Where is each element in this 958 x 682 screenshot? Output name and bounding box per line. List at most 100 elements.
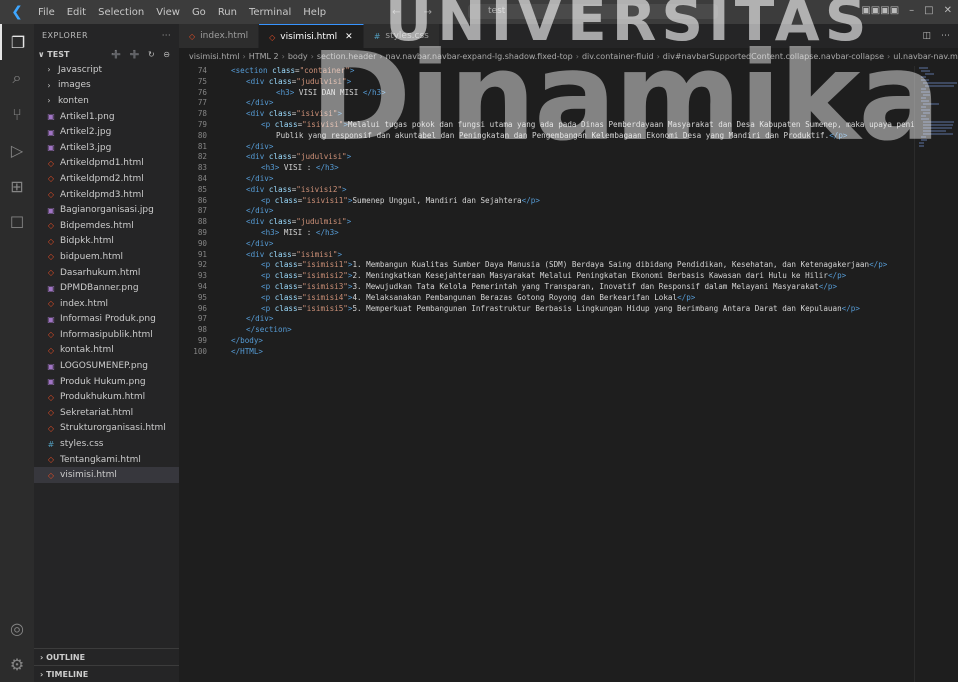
code-line: 88 <div class="judulmisi"> [179, 217, 914, 228]
menu-item-file[interactable]: File [32, 7, 61, 18]
line-number: 78 [197, 109, 207, 119]
breadcrumb-item[interactable]: visimisi.html [189, 52, 240, 61]
menu-item-run[interactable]: Run [212, 7, 243, 18]
file-item[interactable]: ◇ Sekretariat.html [34, 405, 179, 421]
code-line: 85 <div class="isivisi2"> [179, 185, 914, 196]
menu-item-terminal[interactable]: Terminal [243, 7, 297, 18]
file-item[interactable]: ◇ index.html [34, 296, 179, 312]
files-icon[interactable]: ❐ [0, 24, 34, 60]
code-line: 86 <p class="isivisi1">Sumenep Unggul, Ma… [179, 196, 914, 207]
file-item[interactable]: ▣ DPMDBanner.png [34, 280, 179, 296]
file-item[interactable]: ◇ Dasarhukum.html [34, 265, 179, 281]
code-token: "isimisi4" [302, 292, 348, 302]
search-icon[interactable]: ⌕ [0, 60, 34, 96]
minimap-line [921, 100, 930, 102]
minimap-line [921, 91, 930, 93]
file-item[interactable]: ▣ LOGOSUMENEP.png [34, 358, 179, 374]
tab-visimisi-html[interactable]: ◇ visimisi.html ✕ [259, 24, 364, 49]
file-item[interactable]: › konten [34, 93, 179, 109]
explorer-more-icon[interactable]: ··· [162, 31, 171, 40]
breadcrumb-item[interactable]: div.container-fluid [582, 52, 654, 61]
line-number: 90 [197, 238, 207, 248]
file-item[interactable]: ▣ Bagianorganisasi.jpg [34, 202, 179, 218]
extensions-icon[interactable]: ⊞ [0, 168, 34, 204]
code-editor[interactable]: 74 <section class="container"> 75 <div clas… [179, 66, 947, 682]
file-item[interactable]: ◇ Artikeldpmd3.html [34, 187, 179, 203]
settings-gear-icon[interactable]: ⚙ [0, 646, 34, 682]
breadcrumb-item[interactable]: nav.navbar.navbar-expand-lg.shadow.fixed… [386, 52, 573, 61]
code-text: Publik yang responsif dan akuntabel dan … [231, 131, 848, 142]
code-text: <div class="isivisi2"> [231, 185, 347, 196]
minimap-line [921, 70, 930, 72]
file-item[interactable]: ▣ Artikel3.jpg [34, 140, 179, 156]
chevron-right-icon: › [47, 96, 51, 106]
line-number: 84 [197, 173, 207, 183]
folder-actions[interactable]: ➕ ➕ ↻ ⊖ [111, 50, 173, 59]
breadcrumb-item[interactable]: HTML 2 [249, 52, 279, 61]
png-file-icon: ▣ [47, 205, 55, 215]
close-icon[interactable]: ✕ [345, 32, 353, 42]
file-item[interactable]: ▣ Artikel1.png [34, 109, 179, 125]
file-item[interactable]: ◇ Artikeldpmd1.html [34, 156, 179, 172]
close-window-icon[interactable]: ✕ [944, 5, 952, 16]
html-file-icon: ◇ [269, 32, 276, 42]
source-control-icon[interactable]: ⑂ [0, 96, 34, 132]
file-name: Bidpkk.html [60, 236, 114, 247]
code-token: "isimisi1" [302, 260, 348, 270]
run-debug-icon[interactable]: ▷ [0, 132, 34, 168]
file-item[interactable]: ▣ Informasi Produk.png [34, 312, 179, 328]
menu-item-help[interactable]: Help [297, 7, 332, 18]
menu-item-selection[interactable]: Selection [92, 7, 150, 18]
file-item[interactable]: ◇ visimisi.html [34, 467, 179, 484]
code-line: 99 </body> [179, 336, 914, 347]
menu-item-view[interactable]: View [150, 7, 186, 18]
line-number: 74 [197, 66, 207, 75]
file-item[interactable]: ◇ bidpuem.html [34, 249, 179, 265]
breadcrumb-item[interactable]: body [288, 52, 308, 61]
file-name: Produk Hukum.png [60, 376, 146, 387]
outline-section[interactable]: › OUTLINE [34, 648, 179, 665]
bookmark-icon[interactable]: ☐ [0, 204, 34, 240]
file-item[interactable]: ◇ Bidpemdes.html [34, 218, 179, 234]
tab-styles-css[interactable]: # styles.css [363, 24, 440, 48]
file-item[interactable]: ◇ Tentangkami.html [34, 452, 179, 468]
code-text: </div> [231, 142, 273, 153]
file-item[interactable]: ◇ kontak.html [34, 343, 179, 359]
png-file-icon: ▣ [47, 283, 55, 293]
editor-tabs: ◇ index.html ◇ visimisi.html ✕ # styles.css ◫ … [179, 24, 958, 49]
timeline-section[interactable]: › TIMELINE [34, 665, 179, 682]
split-editor-icon[interactable]: ◫ [922, 31, 931, 41]
file-item[interactable]: ◇ Produkhukum.html [34, 389, 179, 405]
file-item[interactable]: ◇ Informasipublik.html [34, 327, 179, 343]
file-item[interactable]: › images [34, 78, 179, 94]
code-line: 79 <p class="isivisi">Melalui tugas pokok… [179, 119, 947, 131]
code-text: <h3> MISI : </h3> [231, 228, 339, 239]
file-item[interactable]: ▣ Artikel2.jpg [34, 124, 179, 140]
minimize-icon[interactable]: – [909, 5, 914, 16]
menu-item-go[interactable]: Go [186, 7, 212, 18]
breadcrumb-item[interactable]: div#navbarSupportedContent.collapse.navb… [663, 52, 884, 61]
breadcrumb-item[interactable]: section.header [317, 52, 377, 61]
minimap-line [921, 88, 927, 90]
file-item[interactable]: # styles.css [34, 436, 179, 452]
maximize-icon[interactable]: □ [924, 5, 933, 16]
file-item[interactable]: ▣ Produk Hukum.png [34, 374, 179, 390]
layout-toggle-icon[interactable]: ▣▣▣▣ [861, 5, 899, 16]
code-token: <p [261, 119, 275, 129]
more-actions-icon[interactable]: ⋯ [941, 31, 950, 41]
file-item[interactable]: › Javascript [34, 62, 179, 78]
command-center-search[interactable]: test [468, 4, 718, 19]
minimap[interactable] [914, 66, 958, 682]
html-file-icon: ◇ [47, 470, 55, 480]
file-item[interactable]: ◇ Strukturorganisasi.html [34, 421, 179, 437]
chevron-right-icon: › [887, 52, 891, 61]
file-item[interactable]: ◇ Artikeldpmd2.html [34, 171, 179, 187]
account-icon[interactable]: ◎ [0, 610, 34, 646]
tab-index-html[interactable]: ◇ index.html [179, 24, 260, 48]
workspace-folder[interactable]: ∨ TEST ➕ ➕ ↻ ⊖ [34, 46, 179, 62]
nav-arrows[interactable]: ← → [392, 7, 442, 18]
file-item[interactable]: ◇ Bidpkk.html [34, 234, 179, 250]
breadcrumb-item[interactable]: ul.navbar-nav.ms-auto.mb-2.mb-lg [893, 52, 958, 61]
window-controls: ▣▣▣▣ – □ ✕ [861, 5, 952, 16]
menu-item-edit[interactable]: Edit [61, 7, 92, 18]
